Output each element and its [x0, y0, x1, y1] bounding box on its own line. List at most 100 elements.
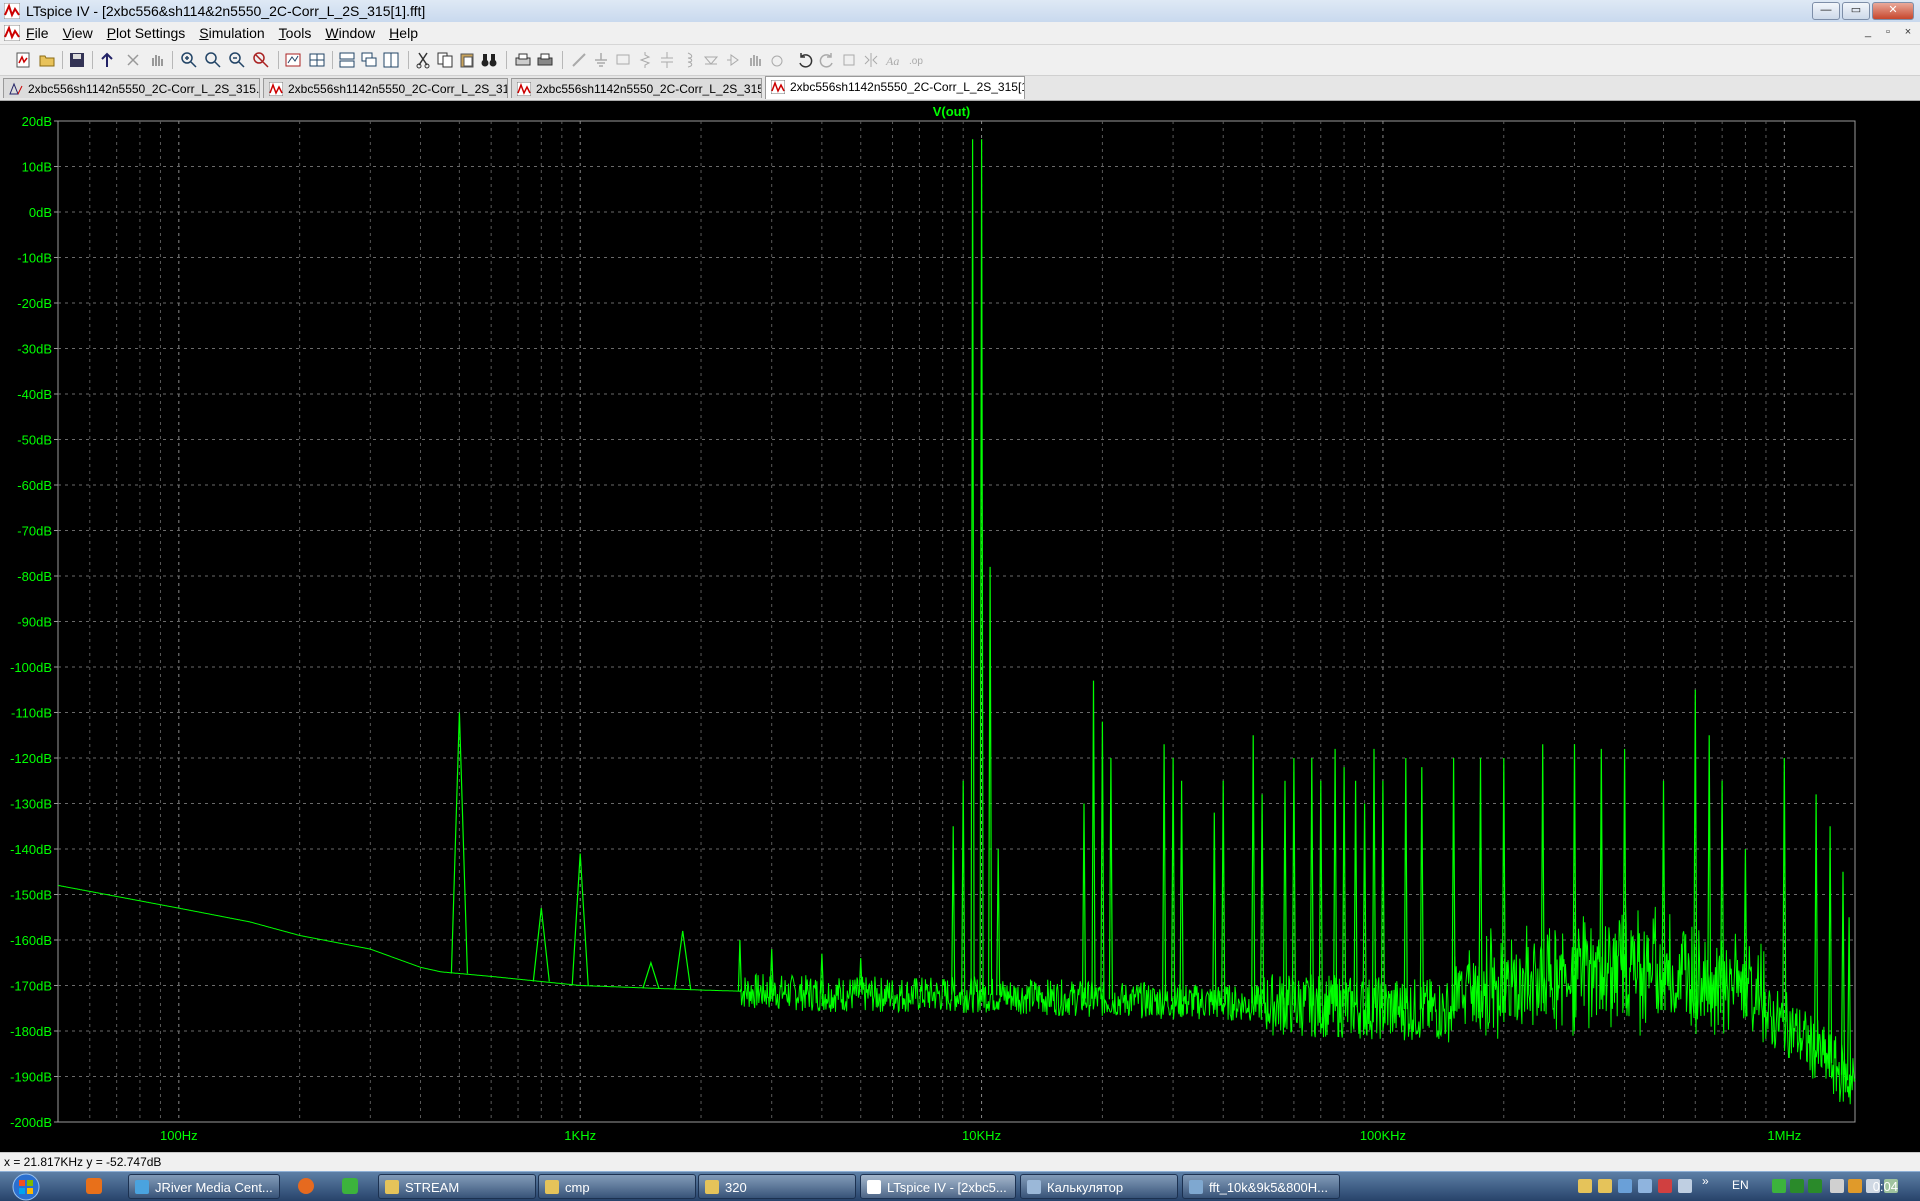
waveform-document-icon[interactable] — [4, 25, 20, 41]
tab-fft[interactable]: 2xbc556sh1142n5550_2C-Corr_L_2S_315.fft — [263, 78, 508, 98]
spectral-peak — [1282, 780, 1288, 1005]
task-stream[interactable]: STREAM — [378, 1174, 536, 1199]
maximize-button[interactable]: ▭ — [1842, 2, 1870, 20]
display-tray-icon[interactable] — [1638, 1179, 1652, 1193]
zoom-in-icon[interactable] — [180, 51, 198, 69]
folder-icon — [545, 1180, 559, 1194]
tab-fft-1-active[interactable]: 2xbc556sh1142n5550_2C-Corr_L_2S_315[1].f… — [765, 76, 1025, 99]
start-button-icon[interactable] — [2, 1172, 46, 1201]
ltspice-app-icon[interactable] — [4, 3, 20, 19]
y-tick-label: -40dB — [17, 387, 52, 402]
spice-directive-icon[interactable]: .op — [908, 51, 926, 69]
task-image-viewer[interactable]: fft_10k&9k5&800H... — [1182, 1174, 1340, 1199]
folder-tray-icon[interactable] — [1598, 1179, 1612, 1193]
folder-icon — [385, 1180, 399, 1194]
calculator-icon — [1027, 1180, 1041, 1194]
new-schematic-icon[interactable] — [14, 51, 32, 69]
task-calculator[interactable]: Калькулятор — [1020, 1174, 1178, 1199]
firefox-quicklaunch-icon[interactable] — [298, 1178, 314, 1194]
document-tabs: 2xbc556sh1142n5550_2C-Corr_L_2S_315.asc … — [0, 76, 1920, 101]
paste-icon[interactable] — [458, 51, 476, 69]
close-button[interactable]: ✕ — [1872, 2, 1914, 20]
zoom-out-icon[interactable] — [228, 51, 246, 69]
menu-view[interactable]: View — [63, 25, 93, 41]
copy-icon[interactable] — [436, 51, 454, 69]
toolbar-separator — [506, 51, 507, 69]
y-tick-label: -150dB — [10, 888, 52, 903]
clock[interactable]: 0:04 — [1873, 1179, 1898, 1194]
menu-help[interactable]: Help — [389, 25, 418, 41]
run-simulation-icon[interactable] — [98, 51, 116, 69]
menu-window[interactable]: Window — [325, 25, 375, 41]
spectral-peak — [1179, 780, 1184, 1002]
y-tick-label: -90dB — [17, 615, 52, 630]
mdi-restore-button[interactable]: ▫ — [1880, 25, 1896, 39]
x-tick-label: 100Hz — [160, 1128, 198, 1143]
tile-vertical-icon[interactable] — [382, 51, 400, 69]
halt-icon[interactable] — [124, 51, 142, 69]
fft-chart[interactable]: 20dB 10dB 0dB -10dB -20dB -30dB -40dB -50dB -60d… — [0, 101, 1920, 1152]
pan-hand-icon[interactable] — [148, 51, 166, 69]
minimize-button[interactable]: — — [1812, 2, 1840, 20]
capacitor-icon[interactable] — [658, 51, 676, 69]
cpu-meter-tray-icon[interactable] — [1808, 1179, 1822, 1193]
spectral-peak — [1828, 826, 1833, 1064]
task-ltspice[interactable]: LTspice IV - [2xbc5... — [860, 1174, 1016, 1199]
cascade-icon[interactable] — [360, 51, 378, 69]
zoom-fit-icon[interactable] — [252, 51, 270, 69]
save-icon[interactable] — [68, 51, 86, 69]
spectral-peak — [1291, 757, 1296, 1005]
drag-hand-icon[interactable] — [768, 51, 786, 69]
media-player-quicklaunch-icon[interactable] — [86, 1178, 102, 1194]
open-folder-icon[interactable] — [38, 51, 56, 69]
y-tick-label: -120dB — [10, 751, 52, 766]
rotate-icon[interactable] — [840, 51, 858, 69]
show-hidden-icons-chevron-icon[interactable]: » — [1702, 1174, 1716, 1188]
print-icon[interactable] — [536, 51, 554, 69]
find-binoculars-icon[interactable] — [480, 51, 498, 69]
mirror-icon[interactable] — [862, 51, 880, 69]
keyboard-tray-icon[interactable] — [1830, 1179, 1844, 1193]
ground-icon[interactable] — [592, 51, 610, 69]
task-320[interactable]: 320 — [698, 1174, 856, 1199]
menu-tools[interactable]: Tools — [279, 25, 312, 41]
network-tray-icon[interactable] — [1618, 1179, 1632, 1193]
inductor-icon[interactable] — [680, 51, 698, 69]
security-tray-icon[interactable] — [1658, 1179, 1672, 1193]
diode-icon[interactable] — [702, 51, 720, 69]
notification-tray-icon[interactable] — [1848, 1179, 1862, 1193]
task-jriver[interactable]: JRiver Media Cent... — [128, 1174, 280, 1199]
utorrent-quicklaunch-icon[interactable] — [342, 1178, 358, 1194]
task-cmp[interactable]: cmp — [538, 1174, 696, 1199]
utorrent-tray-icon[interactable] — [1772, 1179, 1786, 1193]
device-tray-icon[interactable] — [1678, 1179, 1692, 1193]
zoom-area-icon[interactable] — [204, 51, 222, 69]
tab-asc[interactable]: 2xbc556sh1142n5550_2C-Corr_L_2S_315.asc — [3, 78, 260, 98]
tile-horizontal-icon[interactable] — [338, 51, 356, 69]
move-hand-icon[interactable] — [746, 51, 764, 69]
draw-wire-icon[interactable] — [570, 51, 588, 69]
menu-simulation[interactable]: Simulation — [199, 25, 264, 41]
cursor-readout: x = 21.817KHz y = -52.747dB — [4, 1155, 162, 1169]
tab-raw[interactable]: 2xbc556sh1142n5550_2C-Corr_L_2S_315.raw — [511, 78, 762, 98]
mdi-close-button[interactable]: × — [1900, 25, 1916, 39]
cut-icon[interactable] — [414, 51, 432, 69]
text-icon[interactable]: Aa — [884, 51, 902, 69]
language-indicator[interactable]: EN — [1732, 1178, 1749, 1192]
autorange-icon[interactable] — [284, 51, 302, 69]
y-tick-label: 0dB — [29, 205, 52, 220]
cursor-mark-icon[interactable] — [308, 51, 326, 69]
print-preview-icon[interactable] — [514, 51, 532, 69]
menu-plot-settings[interactable]: Plot Settings — [107, 25, 186, 41]
waveform-plot-pane[interactable]: 20dB 10dB 0dB -10dB -20dB -30dB -40dB -50dB -60d… — [0, 101, 1920, 1152]
menu-file[interactable]: File — [26, 25, 49, 41]
resistor-icon[interactable] — [636, 51, 654, 69]
component-icon[interactable] — [724, 51, 742, 69]
toolbar: Aa .op — [0, 45, 1920, 76]
mdi-minimize-button[interactable]: _ — [1860, 25, 1876, 39]
folder-tray-icon[interactable] — [1578, 1179, 1592, 1193]
undo-icon[interactable] — [796, 51, 814, 69]
label-net-icon[interactable] — [614, 51, 632, 69]
redo-icon[interactable] — [818, 51, 836, 69]
cpu-meter-tray-icon[interactable] — [1790, 1179, 1804, 1193]
